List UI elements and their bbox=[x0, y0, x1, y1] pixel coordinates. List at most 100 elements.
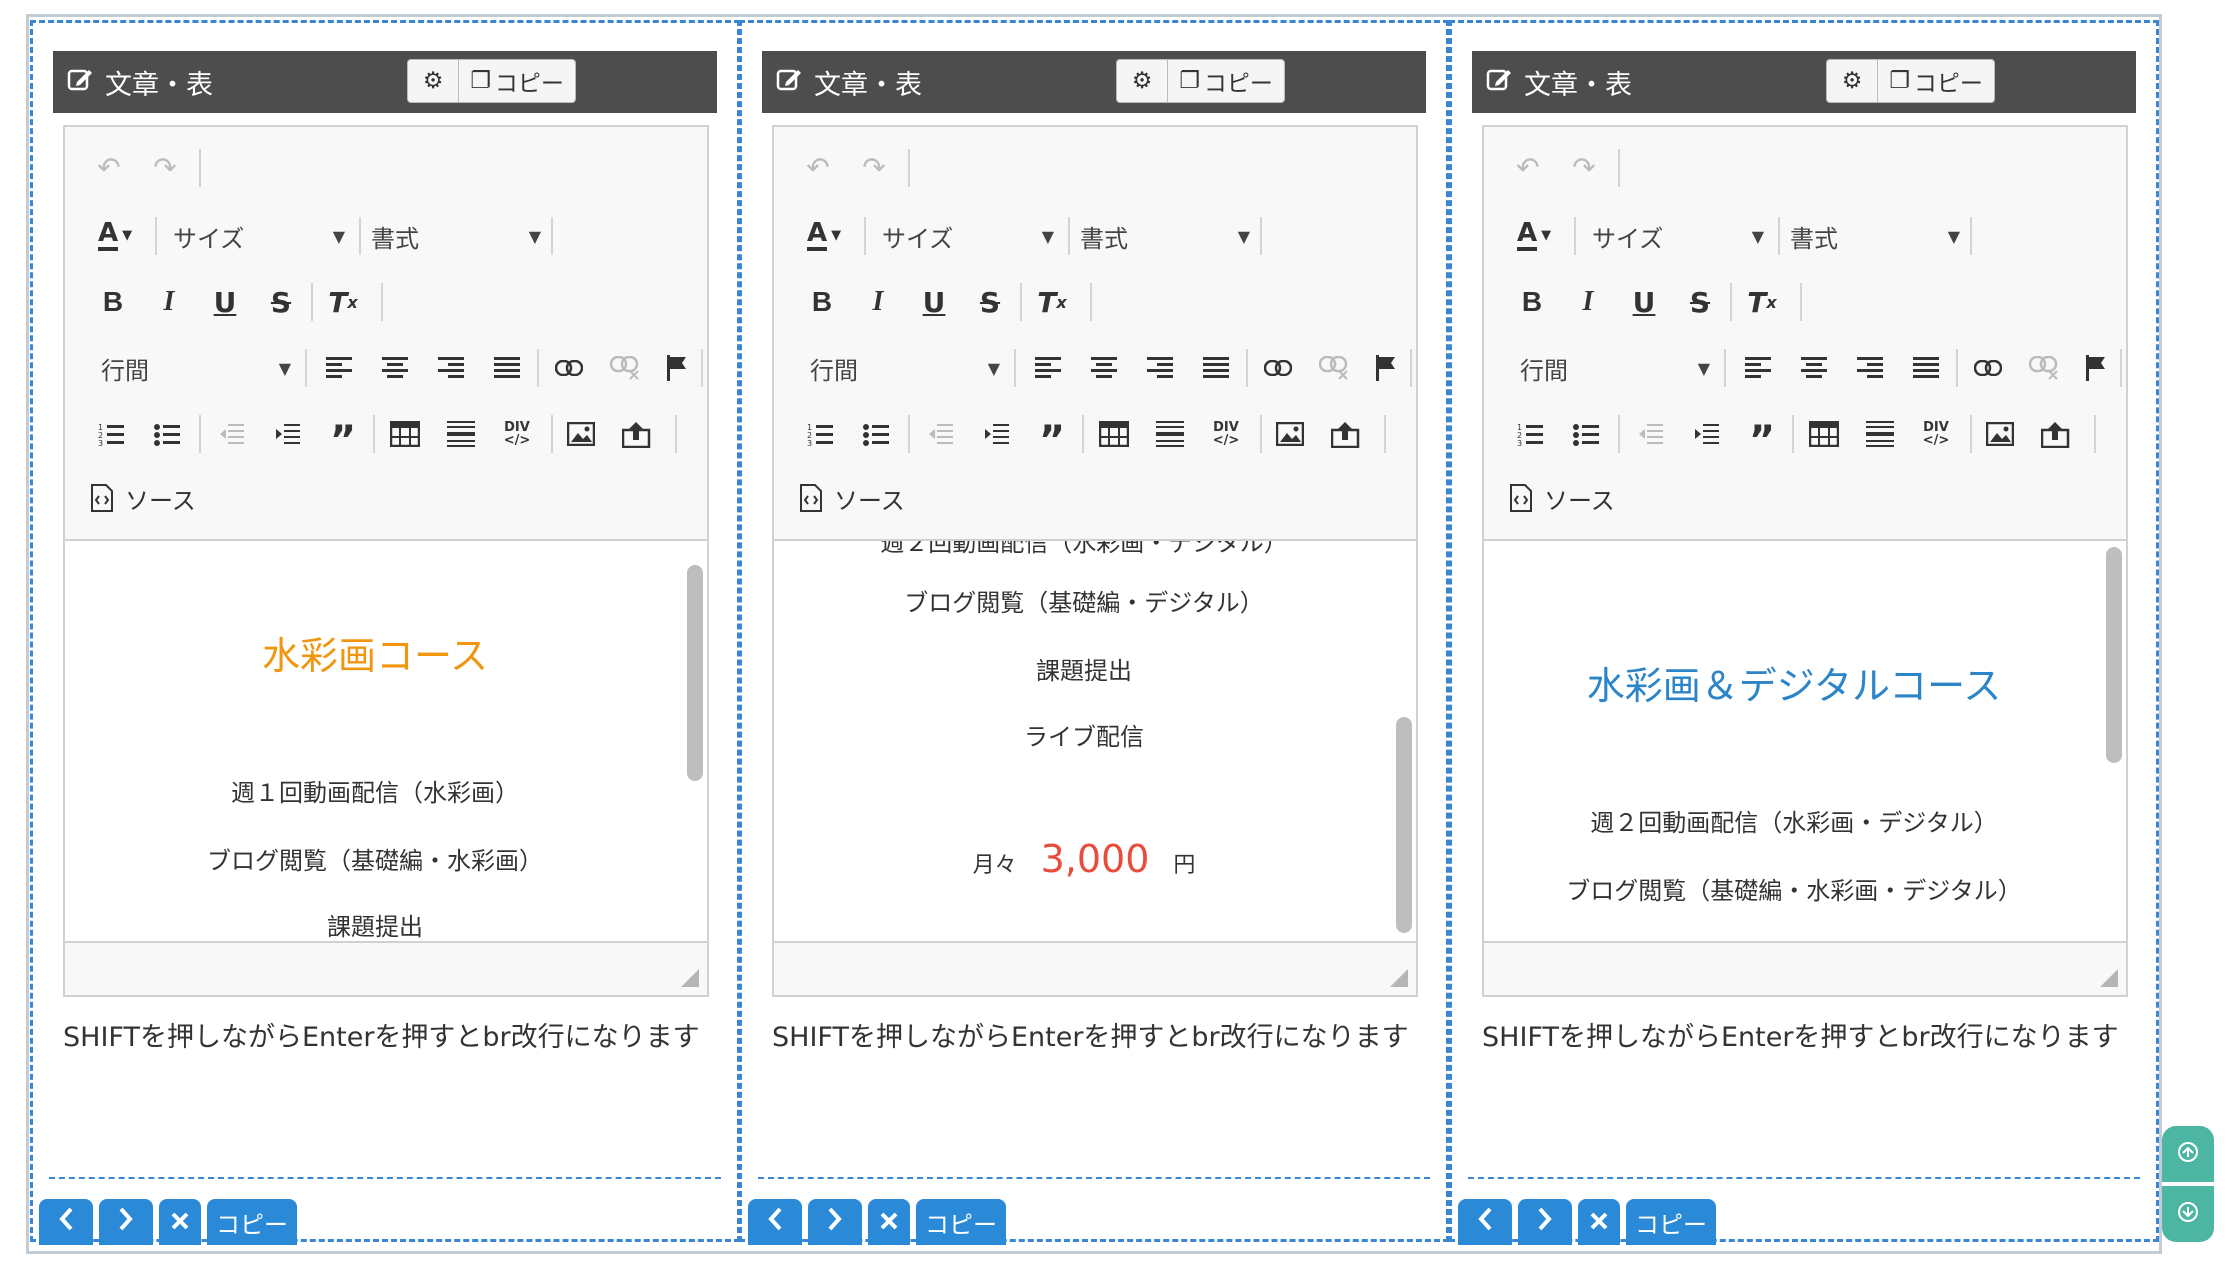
redo-icon[interactable]: ↷ bbox=[1564, 147, 1604, 187]
format-select[interactable]: 書式 ▼ bbox=[1080, 215, 1256, 257]
strikethrough-icon[interactable]: S bbox=[261, 281, 301, 323]
numbered-list-icon[interactable]: 123 bbox=[91, 413, 131, 455]
resize-handle[interactable] bbox=[2100, 969, 2118, 987]
bold-icon[interactable]: B bbox=[1512, 281, 1552, 323]
remove-format-icon[interactable]: Tx bbox=[1030, 281, 1074, 323]
horizontal-rule-icon[interactable] bbox=[439, 413, 483, 455]
align-right-icon[interactable] bbox=[1850, 347, 1890, 389]
source-button[interactable]: ソース bbox=[1510, 477, 1660, 519]
undo-icon[interactable]: ↶ bbox=[89, 147, 129, 187]
bold-icon[interactable]: B bbox=[802, 281, 842, 323]
delete-button[interactable] bbox=[868, 1199, 910, 1245]
text-color-icon[interactable]: A ▼ bbox=[796, 213, 852, 257]
editor-content[interactable]: 週２回動画配信（水彩画・デジタル） ブログ閲覧（基礎編・デジタル） 課題提出 ラ… bbox=[774, 541, 1416, 941]
strikethrough-icon[interactable]: S bbox=[1680, 281, 1720, 323]
copy-button[interactable]: ❐ コピー bbox=[1877, 59, 1995, 103]
move-left-button[interactable] bbox=[748, 1199, 802, 1245]
remove-format-icon[interactable]: Tx bbox=[1740, 281, 1784, 323]
underline-icon[interactable]: U bbox=[205, 281, 245, 323]
format-select[interactable]: 書式 ▼ bbox=[1790, 215, 1966, 257]
size-select[interactable]: サイズ ▼ bbox=[1592, 215, 1770, 257]
line-height-select[interactable]: 行間 ▼ bbox=[810, 347, 1006, 389]
scrollbar[interactable] bbox=[687, 565, 703, 781]
underline-icon[interactable]: U bbox=[914, 281, 954, 323]
settings-button[interactable]: ⚙ bbox=[1116, 59, 1168, 103]
unlink-icon[interactable] bbox=[1312, 347, 1356, 389]
copy-button[interactable]: ❐ コピー bbox=[458, 59, 576, 103]
align-justify-icon[interactable] bbox=[487, 347, 527, 389]
bulleted-list-icon[interactable] bbox=[147, 413, 187, 455]
line-height-select[interactable]: 行間 ▼ bbox=[101, 347, 297, 389]
div-container-icon[interactable]: DIV </> bbox=[1204, 413, 1248, 455]
undo-icon[interactable]: ↶ bbox=[1508, 147, 1548, 187]
anchor-flag-icon[interactable] bbox=[2076, 347, 2116, 389]
div-container-icon[interactable]: DIV </> bbox=[1914, 413, 1958, 455]
blockquote-icon[interactable]: ” bbox=[1032, 413, 1072, 464]
move-right-button[interactable] bbox=[808, 1199, 862, 1245]
bulleted-list-icon[interactable] bbox=[1566, 413, 1606, 455]
redo-icon[interactable]: ↷ bbox=[145, 147, 185, 187]
indent-icon[interactable] bbox=[976, 413, 1016, 455]
align-right-icon[interactable] bbox=[431, 347, 471, 389]
horizontal-rule-icon[interactable] bbox=[1148, 413, 1192, 455]
scrollbar[interactable] bbox=[2106, 547, 2122, 763]
size-select[interactable]: サイズ ▼ bbox=[882, 215, 1060, 257]
bulleted-list-icon[interactable] bbox=[856, 413, 896, 455]
link-icon[interactable] bbox=[1966, 347, 2010, 389]
outdent-icon[interactable] bbox=[1630, 413, 1670, 455]
table-icon[interactable] bbox=[1092, 413, 1136, 455]
italic-icon[interactable]: I bbox=[858, 281, 898, 323]
blockquote-icon[interactable]: ” bbox=[1742, 413, 1782, 464]
italic-icon[interactable]: I bbox=[149, 281, 189, 323]
align-left-icon[interactable] bbox=[1738, 347, 1778, 389]
editor-content[interactable]: 水彩画コース 週１回動画配信（水彩画） ブログ閲覧（基礎編・水彩画） 課題提出 bbox=[65, 541, 707, 941]
numbered-list-icon[interactable]: 123 bbox=[800, 413, 840, 455]
align-justify-icon[interactable] bbox=[1906, 347, 1946, 389]
move-right-button[interactable] bbox=[99, 1199, 153, 1245]
move-left-button[interactable] bbox=[39, 1199, 93, 1245]
scrollbar[interactable] bbox=[1396, 717, 1412, 933]
copy-block-button[interactable]: コピー bbox=[207, 1199, 297, 1245]
delete-button[interactable] bbox=[159, 1199, 201, 1245]
link-icon[interactable] bbox=[1256, 347, 1300, 389]
settings-button[interactable]: ⚙ bbox=[407, 59, 459, 103]
align-right-icon[interactable] bbox=[1140, 347, 1180, 389]
file-upload-icon[interactable] bbox=[615, 413, 659, 455]
image-icon[interactable] bbox=[559, 413, 603, 455]
table-icon[interactable] bbox=[383, 413, 427, 455]
copy-block-button[interactable]: コピー bbox=[1626, 1199, 1716, 1245]
remove-format-icon[interactable]: Tx bbox=[321, 281, 365, 323]
numbered-list-icon[interactable]: 123 bbox=[1510, 413, 1550, 455]
underline-icon[interactable]: U bbox=[1624, 281, 1664, 323]
line-height-select[interactable]: 行間 ▼ bbox=[1520, 347, 1716, 389]
italic-icon[interactable]: I bbox=[1568, 281, 1608, 323]
align-left-icon[interactable] bbox=[319, 347, 359, 389]
scroll-down-button[interactable] bbox=[2162, 1186, 2214, 1242]
copy-button[interactable]: ❐ コピー bbox=[1167, 59, 1285, 103]
strikethrough-icon[interactable]: S bbox=[970, 281, 1010, 323]
horizontal-rule-icon[interactable] bbox=[1858, 413, 1902, 455]
resize-handle[interactable] bbox=[681, 969, 699, 987]
source-button[interactable]: ソース bbox=[800, 477, 950, 519]
outdent-icon[interactable] bbox=[920, 413, 960, 455]
image-icon[interactable] bbox=[1268, 413, 1312, 455]
unlink-icon[interactable] bbox=[2022, 347, 2066, 389]
text-color-icon[interactable]: A ▼ bbox=[87, 213, 143, 257]
div-container-icon[interactable]: DIV </> bbox=[495, 413, 539, 455]
anchor-flag-icon[interactable] bbox=[1366, 347, 1406, 389]
copy-block-button[interactable]: コピー bbox=[916, 1199, 1006, 1245]
settings-button[interactable]: ⚙ bbox=[1826, 59, 1878, 103]
file-upload-icon[interactable] bbox=[2034, 413, 2078, 455]
blockquote-icon[interactable]: ” bbox=[323, 413, 363, 464]
resize-handle[interactable] bbox=[1390, 969, 1408, 987]
editor-content[interactable]: 水彩画＆デジタルコース 週２回動画配信（水彩画・デジタル） ブログ閲覧（基礎編・… bbox=[1484, 541, 2126, 941]
unlink-icon[interactable] bbox=[603, 347, 647, 389]
table-icon[interactable] bbox=[1802, 413, 1846, 455]
anchor-flag-icon[interactable] bbox=[657, 347, 697, 389]
file-upload-icon[interactable] bbox=[1324, 413, 1368, 455]
align-justify-icon[interactable] bbox=[1196, 347, 1236, 389]
indent-icon[interactable] bbox=[267, 413, 307, 455]
format-select[interactable]: 書式 ▼ bbox=[371, 215, 547, 257]
text-color-icon[interactable]: A ▼ bbox=[1506, 213, 1562, 257]
move-left-button[interactable] bbox=[1458, 1199, 1512, 1245]
